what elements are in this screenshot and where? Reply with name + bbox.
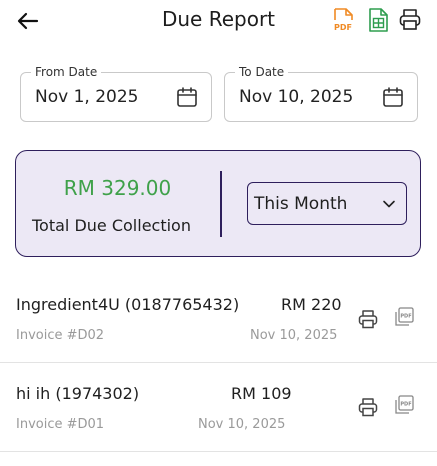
due-date: Nov 10, 2025 — [250, 328, 338, 343]
due-amount: RM 109 — [231, 384, 292, 403]
from-date-field[interactable]: From Date Nov 1, 2025 — [20, 65, 212, 122]
total-due-amount: RM 329.00 — [63, 176, 172, 200]
card-divider — [220, 171, 222, 237]
period-selected-value: This Month — [254, 194, 348, 214]
customer-name: Ingredient4U (0187765432) — [16, 295, 240, 314]
svg-text:PDF: PDF — [400, 314, 411, 320]
pdf-icon[interactable]: PDF — [393, 394, 415, 416]
invoice-number: Invoice #D01 — [16, 417, 105, 432]
back-button[interactable] — [14, 7, 42, 35]
printer-icon[interactable] — [357, 308, 379, 330]
calendar-icon[interactable] — [382, 86, 404, 108]
to-date-label: To Date — [235, 65, 289, 79]
period-dropdown[interactable]: This Month — [247, 182, 407, 225]
app-header: Due Report PDF — [0, 0, 437, 44]
chevron-down-icon — [383, 200, 395, 208]
pdf-file-icon: PDF — [334, 8, 353, 32]
print-button[interactable] — [398, 7, 422, 33]
due-amount: RM 220 — [281, 295, 342, 314]
due-list-item[interactable]: hi ih (1974302) RM 109 Invoice #D01 Nov … — [0, 364, 437, 452]
spreadsheet-file-icon — [369, 8, 388, 32]
from-date-value: Nov 1, 2025 — [35, 87, 139, 107]
total-due-label: Total Due Collection — [32, 216, 191, 235]
to-date-value: Nov 10, 2025 — [239, 87, 354, 107]
due-summary-card: RM 329.00 Total Due Collection This Mont… — [15, 150, 421, 257]
printer-icon[interactable] — [357, 396, 379, 418]
to-date-field[interactable]: To Date Nov 10, 2025 — [224, 65, 418, 122]
svg-text:PDF: PDF — [334, 23, 352, 32]
svg-text:PDF: PDF — [400, 402, 411, 408]
arrow-left-icon — [17, 12, 39, 30]
invoice-number: Invoice #D02 — [16, 328, 105, 343]
calendar-icon[interactable] — [176, 86, 198, 108]
pdf-icon[interactable]: PDF — [393, 306, 415, 328]
due-date: Nov 10, 2025 — [198, 417, 286, 432]
export-pdf-button[interactable]: PDF — [331, 7, 355, 33]
customer-name: hi ih (1974302) — [16, 384, 140, 403]
export-excel-button[interactable] — [366, 7, 390, 33]
from-date-label: From Date — [31, 65, 102, 79]
due-list-item[interactable]: Ingredient4U (0187765432) RM 220 Invoice… — [0, 281, 437, 363]
printer-icon — [399, 9, 421, 30]
